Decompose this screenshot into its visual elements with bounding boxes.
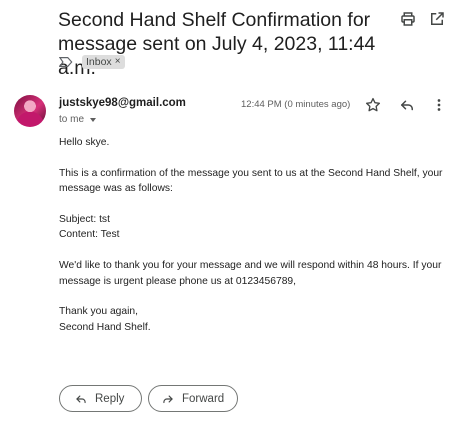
star-icon[interactable] <box>364 96 382 114</box>
recipient-label: to me <box>59 114 85 125</box>
body-content-line: Content: Test <box>59 229 120 241</box>
body-closing: Thank you again, <box>59 306 138 318</box>
body-signature: Second Hand Shelf. <box>59 321 151 333</box>
reply-button-label: Reply <box>95 392 125 405</box>
email-body: Hello skye. This is a confirmation of th… <box>59 135 454 335</box>
body-subject-line: Subject: tst <box>59 214 110 225</box>
label-important-icon[interactable] <box>59 56 73 68</box>
body-intro: This is a confirmation of the message yo… <box>59 167 443 195</box>
avatar[interactable] <box>14 95 46 127</box>
reply-arrow-icon <box>74 392 88 406</box>
forward-icon <box>161 392 175 406</box>
chevron-down-icon <box>90 117 97 122</box>
reply-button[interactable]: Reply <box>59 385 142 412</box>
forward-button-label: Forward <box>182 392 225 405</box>
body-greeting: Hello skye. <box>59 137 110 148</box>
forward-button[interactable]: Forward <box>148 385 238 412</box>
print-icon[interactable] <box>399 10 417 28</box>
sender-email: justskye98@gmail.com <box>59 97 186 109</box>
open-in-new-window-icon[interactable] <box>428 10 446 28</box>
more-vertical-icon[interactable] <box>430 96 448 114</box>
body-thanks: We'd like to thank you for your message … <box>59 260 442 287</box>
inbox-label-text: Inbox <box>86 56 112 68</box>
inbox-label-chip[interactable]: Inbox × <box>82 55 125 69</box>
label-row: Inbox × <box>59 54 125 70</box>
message-timestamp: 12:44 PM (0 minutes ago) <box>241 99 351 110</box>
recipient-details-toggle[interactable]: to me <box>59 114 97 125</box>
remove-label-icon[interactable]: × <box>115 55 121 69</box>
reply-icon[interactable] <box>398 96 416 114</box>
